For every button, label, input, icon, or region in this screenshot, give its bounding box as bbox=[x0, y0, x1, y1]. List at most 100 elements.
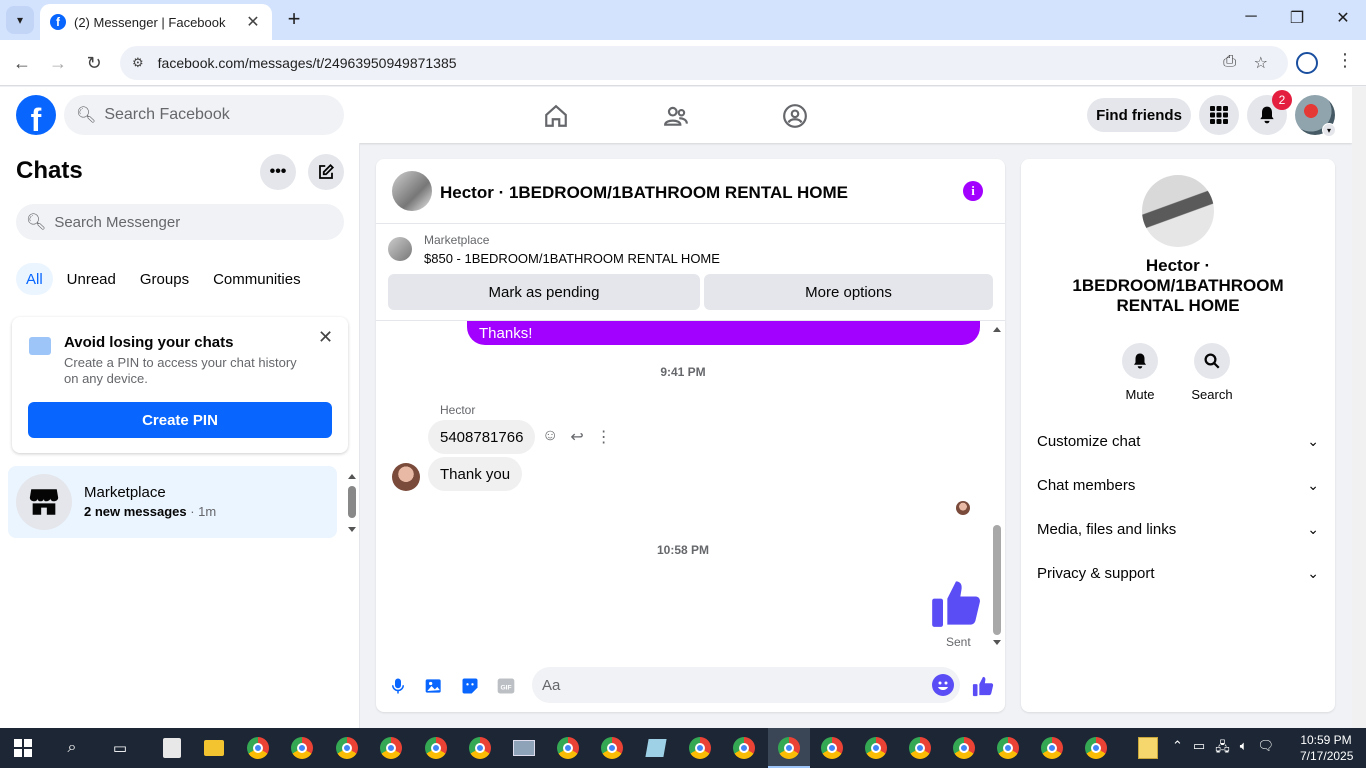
page-scrollbar[interactable] bbox=[1352, 87, 1366, 728]
chrome-icon[interactable] bbox=[1040, 736, 1064, 760]
microphone-icon[interactable] bbox=[387, 675, 409, 697]
file-explorer-icon[interactable] bbox=[202, 736, 226, 760]
section-label: Privacy & support bbox=[1037, 564, 1155, 582]
chrome-icon[interactable] bbox=[996, 736, 1020, 760]
listing-thumbnail[interactable] bbox=[388, 237, 412, 261]
chrome-icon[interactable] bbox=[424, 736, 448, 760]
new-message-icon[interactable] bbox=[308, 154, 344, 190]
restore-icon[interactable]: ❐ bbox=[1282, 8, 1312, 28]
close-icon[interactable]: ✕ bbox=[318, 327, 333, 348]
sticky-notes-icon[interactable] bbox=[1136, 736, 1160, 760]
scrollbar-thumb[interactable] bbox=[993, 525, 1001, 635]
minimize-icon[interactable]: ─ bbox=[1236, 8, 1266, 26]
search-in-chat-button[interactable]: Search bbox=[1182, 343, 1242, 402]
forward-icon[interactable]: → bbox=[45, 50, 71, 76]
reply-icon[interactable]: ↩ bbox=[570, 427, 583, 447]
chevron-down-icon[interactable]: ▾ bbox=[1322, 123, 1336, 137]
media-files-links-section[interactable]: Media, files and links ⌄ bbox=[1037, 507, 1319, 551]
home-icon[interactable] bbox=[541, 101, 571, 131]
browser-menu-icon[interactable]: ⋮ bbox=[1336, 50, 1354, 71]
facebook-search-input[interactable]: 🔍︎ Search Facebook bbox=[64, 95, 344, 135]
chat-members-section[interactable]: Chat members ⌄ bbox=[1037, 463, 1319, 507]
chrome-icon[interactable] bbox=[777, 736, 801, 760]
listing-title[interactable]: $850 - 1BEDROOM/1BATHROOM RENTAL HOME bbox=[424, 251, 720, 266]
taskbar-app-icon[interactable] bbox=[160, 736, 184, 760]
more-options-button[interactable]: More options bbox=[704, 274, 993, 310]
chrome-icon[interactable] bbox=[908, 736, 932, 760]
incoming-message-bubble[interactable]: Thank you bbox=[428, 457, 523, 491]
chrome-icon[interactable] bbox=[335, 736, 359, 760]
taskbar-app-icon[interactable] bbox=[644, 736, 668, 760]
address-bar[interactable]: ⚙ facebook.com/messages/t/24963950949871… bbox=[120, 46, 1288, 80]
sender-avatar[interactable] bbox=[392, 463, 420, 491]
outgoing-message-bubble[interactable]: Thanks! bbox=[467, 321, 980, 345]
reload-icon[interactable]: ↻ bbox=[81, 50, 107, 76]
like-button-icon[interactable] bbox=[972, 675, 994, 697]
chat-list-scrollbar[interactable] bbox=[347, 473, 357, 533]
menu-grid-icon[interactable] bbox=[1199, 95, 1239, 135]
conversation-title[interactable]: Hector · 1BEDROOM/1BATHROOM RENTAL HOME bbox=[440, 183, 848, 203]
friends-icon[interactable] bbox=[661, 101, 691, 131]
chrome-icon[interactable] bbox=[732, 736, 756, 760]
back-icon[interactable]: ← bbox=[9, 50, 35, 76]
task-view-icon[interactable]: ▭ bbox=[108, 736, 132, 760]
chats-options-button[interactable]: ••• bbox=[260, 154, 296, 190]
react-emoji-icon[interactable]: ☺ bbox=[542, 427, 558, 447]
chrome-icon[interactable] bbox=[688, 736, 712, 760]
filter-groups[interactable]: Groups bbox=[130, 263, 199, 295]
chrome-icon[interactable] bbox=[379, 736, 403, 760]
thumbs-up-sticker-icon[interactable] bbox=[930, 577, 982, 629]
photo-icon[interactable] bbox=[423, 675, 445, 697]
chrome-icon[interactable] bbox=[246, 736, 270, 760]
browser-tab[interactable]: f (2) Messenger | Facebook ✕ bbox=[40, 4, 272, 40]
new-tab-button[interactable]: + bbox=[282, 8, 306, 32]
messenger-search-input[interactable]: 🔍︎ Search Messenger bbox=[16, 204, 344, 240]
privacy-support-section[interactable]: Privacy & support ⌄ bbox=[1037, 551, 1319, 595]
taskbar-window-icon[interactable] bbox=[512, 736, 536, 760]
chrome-icon[interactable] bbox=[600, 736, 624, 760]
filter-communities[interactable]: Communities bbox=[203, 263, 311, 295]
taskbar-search-icon[interactable]: ⌕ bbox=[60, 736, 84, 760]
chat-info-avatar[interactable] bbox=[1142, 175, 1214, 247]
bookmark-star-icon[interactable]: ☆ bbox=[1254, 53, 1268, 73]
info-icon[interactable]: i bbox=[963, 181, 983, 201]
chat-list-item[interactable]: Marketplace 2 new messages · 1m bbox=[8, 466, 337, 538]
create-pin-button[interactable]: Create PIN bbox=[28, 402, 332, 438]
tab-search-button[interactable]: ▾ bbox=[6, 6, 34, 34]
chrome-icon[interactable] bbox=[468, 736, 492, 760]
filter-unread[interactable]: Unread bbox=[57, 263, 126, 295]
mute-button[interactable]: Mute bbox=[1110, 343, 1170, 402]
install-app-icon[interactable]: ⎙ bbox=[1223, 53, 1236, 71]
emoji-icon[interactable] bbox=[932, 674, 954, 696]
customize-chat-section[interactable]: Customize chat ⌄ bbox=[1037, 419, 1319, 463]
chrome-icon[interactable] bbox=[556, 736, 580, 760]
incoming-message-bubble[interactable]: 5408781766 bbox=[428, 420, 536, 454]
show-hidden-icons-icon[interactable]: ⌃ bbox=[1172, 738, 1183, 760]
windows-start-icon[interactable] bbox=[14, 739, 32, 757]
browser-profile-icon[interactable] bbox=[1296, 52, 1318, 74]
network-icon[interactable]: 🖧︎ bbox=[1215, 738, 1230, 760]
gif-icon[interactable]: GIF bbox=[495, 675, 517, 697]
sticker-icon[interactable] bbox=[459, 675, 481, 697]
volume-icon[interactable]: 🔈︎ bbox=[1240, 738, 1248, 760]
find-friends-button[interactable]: Find friends bbox=[1087, 98, 1191, 132]
window-close-icon[interactable]: ✕ bbox=[1328, 8, 1358, 28]
filter-all[interactable]: All bbox=[16, 263, 53, 295]
message-scrollbar[interactable] bbox=[990, 324, 1004, 649]
notifications-center-icon[interactable]: 🗨︎ bbox=[1258, 738, 1275, 760]
site-info-icon[interactable]: ⚙ bbox=[132, 55, 144, 71]
groups-icon[interactable] bbox=[780, 101, 810, 131]
conversation-avatar[interactable] bbox=[392, 171, 432, 211]
chrome-icon[interactable] bbox=[1084, 736, 1108, 760]
mark-as-pending-button[interactable]: Mark as pending bbox=[388, 274, 700, 310]
chrome-icon[interactable] bbox=[290, 736, 314, 760]
taskbar-clock[interactable]: 10:59 PM 7/17/2025 bbox=[1300, 732, 1353, 764]
chrome-icon[interactable] bbox=[864, 736, 888, 760]
message-input[interactable]: Aa bbox=[532, 667, 960, 703]
chrome-icon[interactable] bbox=[952, 736, 976, 760]
message-more-icon[interactable]: ⋮ bbox=[596, 427, 612, 447]
tab-close-icon[interactable]: ✕ bbox=[244, 12, 262, 32]
battery-icon[interactable]: ▭ bbox=[1193, 738, 1205, 760]
facebook-logo-icon[interactable]: f bbox=[16, 95, 56, 135]
chrome-icon[interactable] bbox=[820, 736, 844, 760]
